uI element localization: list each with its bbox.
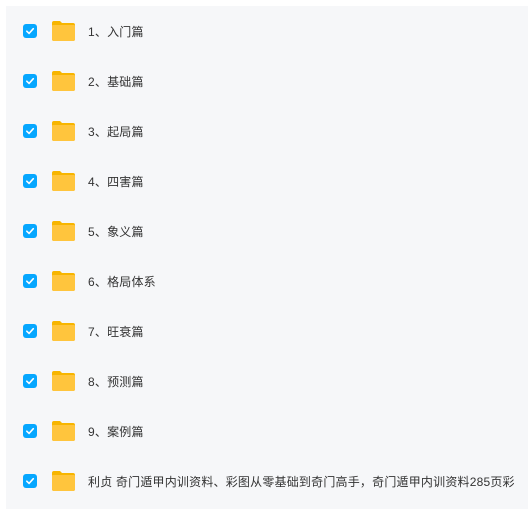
checkbox-checked[interactable] (23, 174, 37, 188)
check-icon (26, 327, 35, 335)
check-icon (26, 27, 35, 35)
check-icon (26, 427, 35, 435)
file-row[interactable]: 9、案例篇 (6, 406, 528, 456)
file-row[interactable]: 2、基础篇 (6, 56, 528, 106)
checkbox-checked[interactable] (23, 224, 37, 238)
file-row[interactable]: 7、旺衰篇 (6, 306, 528, 356)
folder-icon (51, 470, 76, 492)
check-icon (26, 177, 35, 185)
check-icon (26, 377, 35, 385)
file-row[interactable]: 8、预测篇 (6, 356, 528, 406)
check-icon (26, 127, 35, 135)
folder-icon (51, 170, 76, 192)
checkbox-checked[interactable] (23, 74, 37, 88)
checkbox-checked[interactable] (23, 274, 37, 288)
file-name[interactable]: 4、四害篇 (88, 173, 144, 190)
file-row[interactable]: 4、四害篇 (6, 156, 528, 206)
file-name[interactable]: 7、旺衰篇 (88, 323, 144, 340)
folder-icon (51, 220, 76, 242)
file-name[interactable]: 5、象义篇 (88, 223, 144, 240)
checkbox-checked[interactable] (23, 24, 37, 38)
checkbox-checked[interactable] (23, 124, 37, 138)
checkbox-checked[interactable] (23, 474, 37, 488)
check-icon (26, 77, 35, 85)
checkbox-checked[interactable] (23, 324, 37, 338)
folder-icon (51, 320, 76, 342)
checkbox-checked[interactable] (23, 424, 37, 438)
file-name[interactable]: 利贞 奇门遁甲内训资料、彩图从零基础到奇门高手，奇门遁甲内训资料285页彩 (88, 473, 515, 490)
check-icon (26, 477, 35, 485)
file-name[interactable]: 9、案例篇 (88, 423, 144, 440)
check-icon (26, 277, 35, 285)
file-row[interactable]: 6、格局体系 (6, 256, 528, 306)
file-name[interactable]: 6、格局体系 (88, 273, 156, 290)
file-name[interactable]: 8、预测篇 (88, 373, 144, 390)
file-row[interactable]: 利贞 奇门遁甲内训资料、彩图从零基础到奇门高手，奇门遁甲内训资料285页彩 (6, 456, 528, 506)
file-list-panel: 1、入门篇 2、基础篇 3、起局篇 4、四害篇 5、象义篇 6、格局体系 7、旺… (6, 6, 528, 509)
folder-icon (51, 270, 76, 292)
folder-icon (51, 20, 76, 42)
folder-icon (51, 370, 76, 392)
file-row[interactable]: 3、起局篇 (6, 106, 528, 156)
file-name[interactable]: 3、起局篇 (88, 123, 144, 140)
folder-icon (51, 70, 76, 92)
file-name[interactable]: 1、入门篇 (88, 23, 144, 40)
folder-icon (51, 420, 76, 442)
file-row[interactable]: 5、象义篇 (6, 206, 528, 256)
check-icon (26, 227, 35, 235)
file-name[interactable]: 2、基础篇 (88, 73, 144, 90)
checkbox-checked[interactable] (23, 374, 37, 388)
file-row[interactable]: 1、入门篇 (6, 6, 528, 56)
folder-icon (51, 120, 76, 142)
